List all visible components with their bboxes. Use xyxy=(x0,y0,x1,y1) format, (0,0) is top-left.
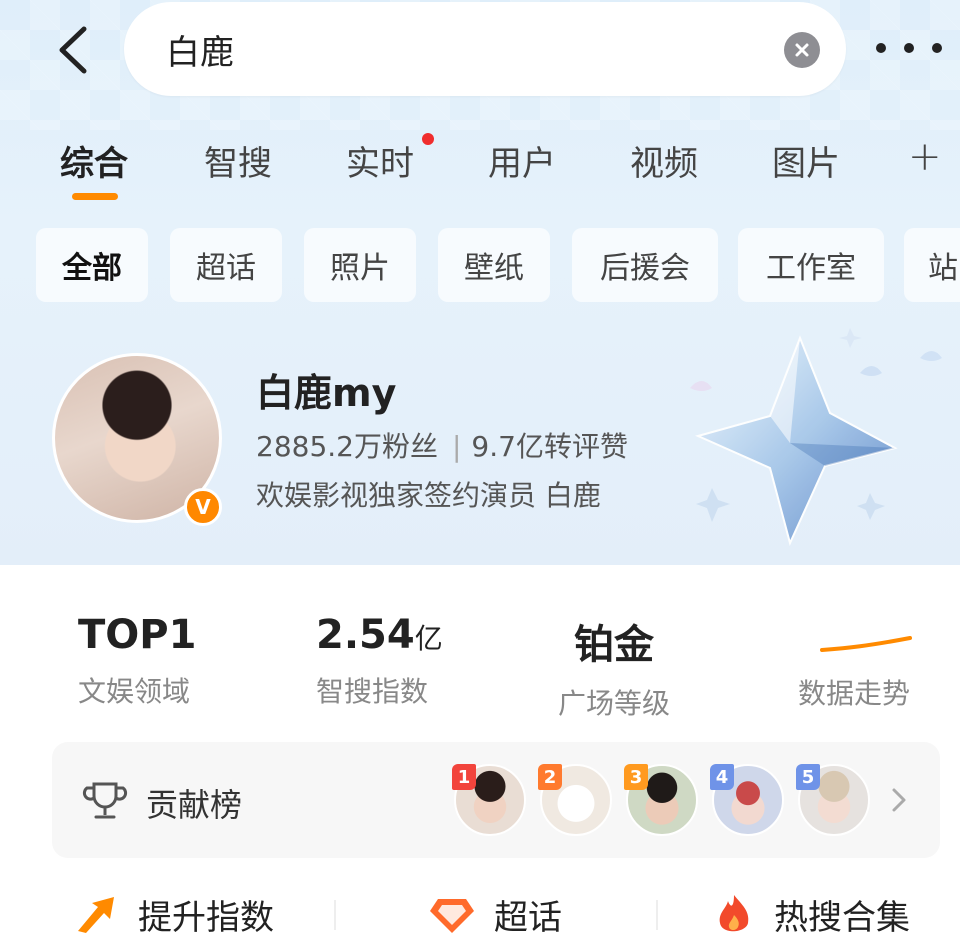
metric-trend-label: 数据走势 xyxy=(798,677,911,710)
realtime-badge xyxy=(422,133,434,145)
filter-super-topic[interactable]: 超话 xyxy=(170,228,282,302)
chevron-right-icon[interactable] xyxy=(890,786,908,814)
filter-all[interactable]: 全部 xyxy=(36,228,148,302)
metric-level-value: 铂金 xyxy=(574,622,654,668)
metric-rank-label: 文娱领域 xyxy=(78,675,191,708)
metric-index-value: 2.54亿 xyxy=(316,612,443,658)
metric-trend[interactable]: 数据走势 xyxy=(798,612,910,712)
trophy-icon xyxy=(82,782,128,819)
fans-count: 2885.2万粉丝 xyxy=(256,430,438,463)
metric-rank-value: TOP1 xyxy=(78,612,197,658)
crystal-star-illustration xyxy=(690,328,942,546)
trend-sparkline xyxy=(820,636,912,652)
filter-studio[interactable]: 工作室 xyxy=(738,228,884,302)
chevron-left-icon xyxy=(59,26,87,74)
rank-number-4: 4 xyxy=(710,764,734,790)
profile-name[interactable]: 白鹿my xyxy=(256,362,396,417)
diamond-icon xyxy=(430,898,474,933)
add-tab-button[interactable]: + xyxy=(908,134,942,180)
tab-images[interactable]: 图片 xyxy=(772,136,840,185)
rank-number-1: 1 xyxy=(452,764,476,790)
action-divider xyxy=(334,900,336,930)
tab-smart-search[interactable]: 智搜 xyxy=(204,136,272,185)
rank-number-5: 5 xyxy=(796,764,820,790)
arrow-up-icon xyxy=(78,896,114,933)
filter-site[interactable]: 站 xyxy=(904,228,960,302)
tab-comprehensive[interactable]: 综合 xyxy=(60,136,128,185)
back-button[interactable] xyxy=(48,22,98,78)
tab-users[interactable]: 用户 xyxy=(488,136,556,185)
tab-bar: 综合 智搜 实时 用户 视频 图片 xyxy=(0,128,960,208)
hot-search-collection-label: 热搜合集 xyxy=(774,898,910,933)
action-divider xyxy=(656,900,658,930)
metric-level-label: 广场等级 xyxy=(558,687,671,720)
metric-rank[interactable]: TOP1 文娱领域 xyxy=(78,612,196,710)
stats-separator: | xyxy=(451,430,462,463)
ranking-title: 贡献榜 xyxy=(146,786,243,824)
tab-realtime[interactable]: 实时 xyxy=(346,136,414,185)
search-input[interactable]: 白鹿 xyxy=(124,2,846,96)
metric-index-unit: 亿 xyxy=(414,622,443,655)
profile-stats: 2885.2万粉丝 | 9.7亿转评赞 xyxy=(256,425,628,465)
verified-badge: V xyxy=(184,488,222,526)
metric-index-label: 智搜指数 xyxy=(316,675,429,708)
filter-wallpaper[interactable]: 壁纸 xyxy=(438,228,550,302)
search-query-text: 白鹿 xyxy=(166,32,234,73)
rank-number-2: 2 xyxy=(538,764,562,790)
hot-search-collection-button[interactable]: 热搜合集 xyxy=(712,890,910,933)
boost-index-button[interactable]: 提升指数 xyxy=(72,890,274,933)
more-button[interactable] xyxy=(876,30,942,66)
super-topic-button[interactable]: 超话 xyxy=(428,890,562,933)
fire-icon xyxy=(719,894,749,931)
boost-index-label: 提升指数 xyxy=(138,898,274,933)
engagement-count: 9.7亿转评赞 xyxy=(471,430,628,463)
super-topic-label: 超话 xyxy=(494,898,562,933)
clear-circle-icon xyxy=(795,43,809,57)
more-dots-icon xyxy=(876,43,886,53)
profile-bio: 欢娱影视独家签约演员 白鹿 xyxy=(256,479,601,512)
tab-videos[interactable]: 视频 xyxy=(630,136,698,185)
rank-number-3: 3 xyxy=(624,764,648,790)
active-tab-indicator xyxy=(72,193,118,200)
clear-search-button[interactable] xyxy=(784,32,820,68)
filter-fan-club[interactable]: 后援会 xyxy=(572,228,718,302)
metric-level[interactable]: 铂金 广场等级 xyxy=(558,612,670,722)
metric-index[interactable]: 2.54亿 智搜指数 xyxy=(316,612,443,710)
filter-photos[interactable]: 照片 xyxy=(304,228,416,302)
